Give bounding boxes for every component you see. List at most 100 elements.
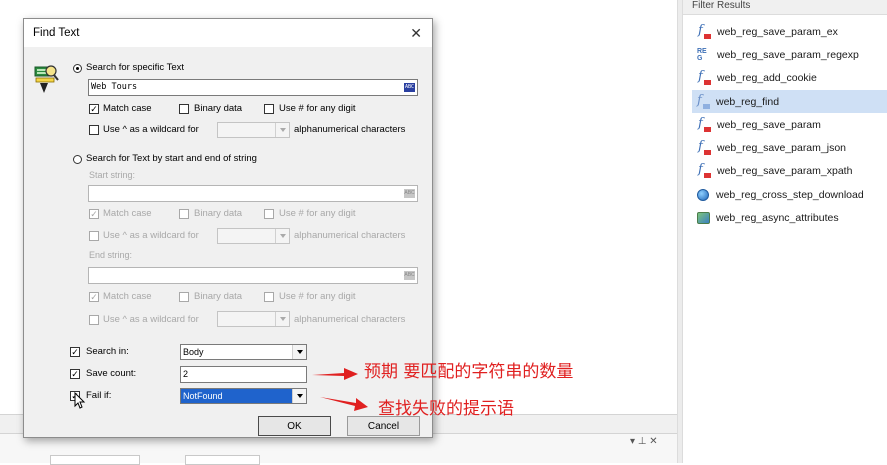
start-binary-data-label: Binary data xyxy=(194,208,243,219)
alphanumeric-label: alphanumerical characters xyxy=(294,124,406,135)
editor-scroll-area xyxy=(650,0,662,414)
cancel-button[interactable]: Cancel xyxy=(347,416,420,436)
chevron-down-icon xyxy=(292,389,306,403)
start-any-digit-checkbox[interactable] xyxy=(264,209,274,219)
annotation-fail-if: 查找失败的提示语 xyxy=(378,399,514,419)
panel-pin-controls[interactable]: ▾ ⊥ ✕ xyxy=(630,436,658,447)
fail-if-select[interactable]: NotFound xyxy=(180,388,307,404)
binary-data-checkbox[interactable] xyxy=(179,104,189,114)
list-item[interactable]: web_reg_cross_step_download xyxy=(693,183,887,206)
dialog-title: Find Text xyxy=(33,27,80,39)
start-wildcard-checkbox[interactable] xyxy=(89,231,99,241)
end-any-digit-checkbox[interactable] xyxy=(264,292,274,302)
abc-icon[interactable]: ABC xyxy=(404,83,415,92)
list-item-label: web_reg_cross_step_download xyxy=(716,188,864,201)
any-digit-label: Use # for any digit xyxy=(279,103,356,114)
list-item-label: web_reg_async_attributes xyxy=(716,212,839,225)
match-case-label: Match case xyxy=(103,103,152,114)
radio-start-end[interactable] xyxy=(73,155,82,164)
end-wildcard-checkbox[interactable] xyxy=(89,315,99,325)
end-any-digit-label: Use # for any digit xyxy=(279,291,356,302)
list-item-label: web_reg_add_cookie xyxy=(717,72,817,85)
end-string-label: End string: xyxy=(89,250,133,260)
start-match-case-label: Match case xyxy=(103,208,152,219)
end-wildcard-char-select[interactable] xyxy=(217,311,290,327)
search-in-value: Body xyxy=(183,347,204,357)
list-item[interactable]: f web_reg_save_param_ex xyxy=(693,20,887,43)
save-count-label: Save count: xyxy=(86,368,137,379)
mouse-cursor-icon xyxy=(74,392,86,409)
binary-data-label: Binary data xyxy=(194,103,243,114)
chevron-down-icon xyxy=(292,345,306,359)
end-binary-data-label: Binary data xyxy=(194,291,243,302)
start-any-digit-label: Use # for any digit xyxy=(279,208,356,219)
close-icon[interactable]: ✕ xyxy=(410,19,422,47)
function-icon: f xyxy=(697,23,711,39)
abc-icon[interactable]: ABC xyxy=(404,189,415,198)
find-text-icon xyxy=(34,65,59,93)
fail-if-label: Fail if: xyxy=(86,390,112,401)
ok-button[interactable]: OK xyxy=(258,416,331,436)
save-count-checkbox[interactable]: ✓ xyxy=(70,369,80,379)
abc-icon[interactable]: ABC xyxy=(404,271,415,280)
end-match-case-checkbox[interactable]: ✓ xyxy=(89,292,99,302)
chevron-down-icon xyxy=(275,312,289,326)
annotation-arrow-save-count xyxy=(312,368,358,380)
function-icon: f xyxy=(697,116,711,132)
any-digit-checkbox[interactable] xyxy=(264,104,274,114)
wildcard-checkbox[interactable] xyxy=(89,125,99,135)
filter-results-panel: Filter Results f web_reg_save_param_ex RE… xyxy=(683,0,887,463)
bottom-toolbar-field[interactable] xyxy=(50,455,140,465)
save-count-value: 2 xyxy=(183,369,189,379)
specific-text-input[interactable]: Web Tours ABC xyxy=(88,79,418,96)
list-item-label: web_reg_save_param_xpath xyxy=(717,165,853,178)
list-item[interactable]: f web_reg_save_param_xpath xyxy=(693,160,887,183)
globe-icon xyxy=(697,188,709,201)
regex-icon: RE G xyxy=(697,47,707,62)
search-in-label: Search in: xyxy=(86,346,129,357)
start-string-input[interactable]: ABC xyxy=(88,185,418,202)
end-wildcard-label: Use ^ as a wildcard for xyxy=(103,314,199,325)
list-item-label: web_reg_save_param_ex xyxy=(717,25,838,38)
wildcard-label: Use ^ as a wildcard for xyxy=(103,124,199,135)
list-item[interactable]: RE G web_reg_save_param_regexp xyxy=(693,43,887,66)
start-binary-data-checkbox[interactable] xyxy=(179,209,189,219)
start-match-case-checkbox[interactable]: ✓ xyxy=(89,209,99,219)
search-in-select[interactable]: Body xyxy=(180,344,307,360)
filter-results-list: f web_reg_save_param_ex RE G web_reg_save_p… xyxy=(692,20,887,230)
list-item-label: web_reg_save_param_json xyxy=(717,142,846,155)
search-in-checkbox[interactable]: ✓ xyxy=(70,347,80,357)
specific-text-value: Web Tours xyxy=(91,82,138,92)
save-count-input[interactable]: 2 xyxy=(180,366,307,383)
match-case-checkbox[interactable]: ✓ xyxy=(89,104,99,114)
list-item-label: web_reg_save_param_regexp xyxy=(717,48,859,61)
fail-if-value: NotFound xyxy=(183,391,223,401)
async-icon xyxy=(697,212,710,225)
end-binary-data-checkbox[interactable] xyxy=(179,292,189,302)
function-icon: f xyxy=(696,93,710,109)
annotation-arrow-fail-if xyxy=(320,397,368,411)
start-alphanumeric-label: alphanumerical characters xyxy=(294,230,406,241)
start-string-label: Start string: xyxy=(89,170,136,180)
list-item[interactable]: f web_reg_add_cookie xyxy=(693,67,887,90)
dialog-titlebar: Find Text ✕ xyxy=(24,19,432,47)
radio-specific-text[interactable] xyxy=(73,64,82,73)
list-item-label: web_reg_save_param xyxy=(717,118,821,131)
list-item-selected[interactable]: f web_reg_find xyxy=(692,89,887,114)
chevron-down-icon xyxy=(275,229,289,243)
start-wildcard-char-select[interactable] xyxy=(217,228,290,244)
wildcard-char-select[interactable] xyxy=(217,122,290,138)
end-match-case-label: Match case xyxy=(103,291,152,302)
list-item[interactable]: f web_reg_save_param_json xyxy=(693,136,887,159)
radio-start-end-label: Search for Text by start and end of stri… xyxy=(86,153,257,164)
annotation-save-count: 预期 要匹配的字符串的数量 xyxy=(364,362,574,382)
function-icon: f xyxy=(697,162,711,179)
list-item[interactable]: f web_reg_save_param xyxy=(693,113,887,136)
list-item-label: web_reg_find xyxy=(716,95,780,108)
filter-results-header: Filter Results xyxy=(683,0,887,15)
chevron-down-icon xyxy=(275,123,289,137)
function-icon: f xyxy=(697,139,711,156)
bottom-toolbar-dropdown[interactable] xyxy=(185,455,260,465)
list-item[interactable]: web_reg_async_attributes xyxy=(693,206,887,229)
end-string-input[interactable]: ABC xyxy=(88,267,418,284)
